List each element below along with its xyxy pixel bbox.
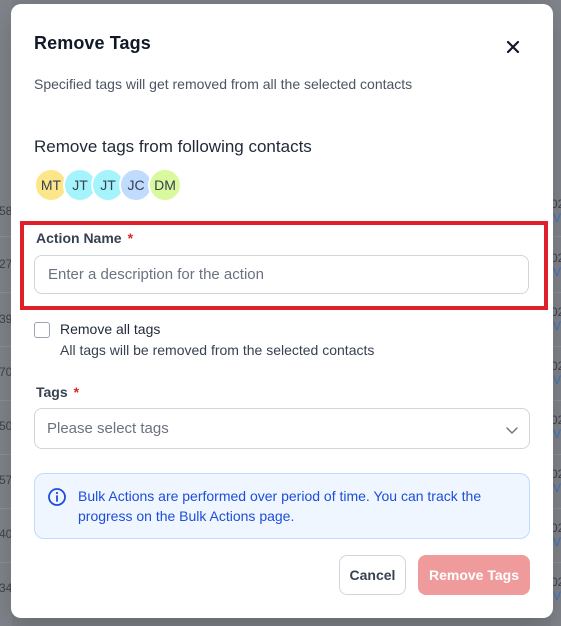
- action-name-label-text: Action Name: [36, 230, 122, 246]
- close-button[interactable]: [501, 35, 525, 59]
- tags-select[interactable]: Please select tags: [34, 408, 530, 449]
- background-right-link: V: [553, 481, 561, 495]
- close-icon: [506, 40, 520, 54]
- tags-label-text: Tags: [36, 384, 68, 400]
- tags-label: Tags *: [36, 384, 79, 400]
- contacts-section-title: Remove tags from following contacts: [34, 137, 312, 156]
- bulk-actions-info-text: Bulk Actions are performed over period o…: [78, 488, 482, 524]
- remove-tags-modal: Remove Tags Specified tags will get remo…: [11, 4, 553, 618]
- remove-all-tags-checkbox[interactable]: [34, 322, 50, 338]
- required-indicator: *: [73, 384, 80, 400]
- cancel-button[interactable]: Cancel: [339, 555, 406, 595]
- remove-all-tags-label: Remove all tags: [60, 321, 161, 337]
- bulk-actions-info-box: Bulk Actions are performed over period o…: [34, 473, 530, 539]
- background-right-link: V: [553, 373, 561, 387]
- chevron-down-icon: [506, 427, 518, 434]
- modal-subtitle: Specified tags will get removed from all…: [34, 76, 413, 92]
- background-right-link: V: [553, 319, 561, 333]
- background-right-link: V: [553, 535, 561, 549]
- remove-tags-button[interactable]: Remove Tags: [418, 555, 530, 595]
- background-right-link: V: [553, 211, 561, 225]
- background-right-link: V: [553, 589, 561, 603]
- background-right-link: V: [553, 427, 561, 441]
- background-right-link: V: [553, 265, 561, 279]
- modal-title: Remove Tags: [34, 33, 151, 53]
- action-name-input[interactable]: [34, 255, 529, 294]
- action-name-label: Action Name *: [36, 230, 133, 246]
- info-icon: [48, 488, 66, 506]
- required-indicator: *: [127, 230, 134, 246]
- tags-select-placeholder: Please select tags: [47, 420, 169, 437]
- avatar: DM: [148, 168, 182, 202]
- remove-all-tags-help: All tags will be removed from the select…: [60, 342, 375, 358]
